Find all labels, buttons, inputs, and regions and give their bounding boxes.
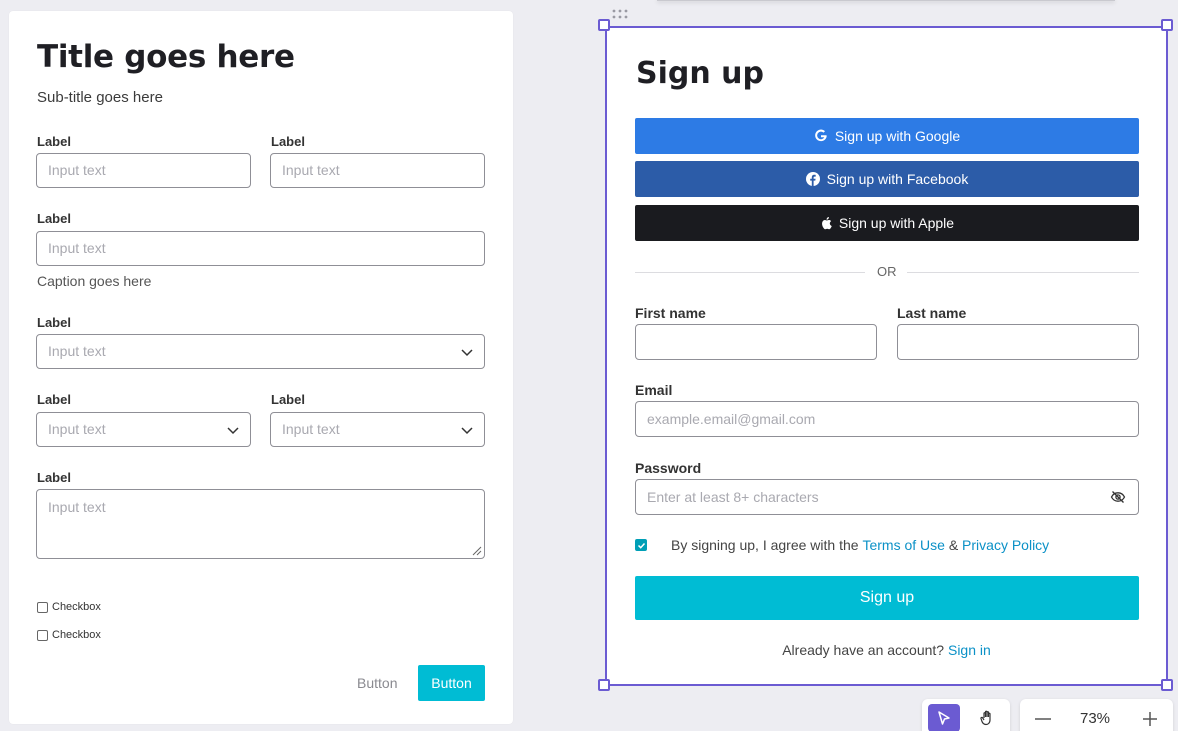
email-input[interactable]: example.email@gmail.com [635, 401, 1139, 437]
primary-button[interactable]: Button [418, 665, 485, 701]
form-subtitle: Sub-title goes here [37, 89, 163, 106]
form-title: Title goes here [37, 39, 295, 75]
first-name-label: First name [635, 305, 706, 321]
facebook-signup-button[interactable]: Sign up with Facebook [635, 161, 1139, 197]
secondary-button[interactable]: Button [357, 675, 397, 691]
checkbox-row[interactable]: Checkbox [37, 601, 101, 613]
field-label: Label [271, 134, 305, 149]
eye-off-icon[interactable] [1110, 490, 1126, 504]
facebook-signup-label: Sign up with Facebook [826, 171, 969, 187]
terms-prefix: By signing up, I agree with the [671, 537, 859, 553]
drag-grip-icon[interactable] [611, 8, 629, 22]
already-text: Already have an account? [782, 642, 945, 658]
password-label: Password [635, 460, 702, 476]
frame-edge [657, 0, 1115, 1]
email-label: Email [635, 382, 673, 398]
apple-signup-label: Sign up with Apple [838, 215, 955, 231]
check-icon [637, 542, 645, 549]
chevron-down-icon [461, 349, 473, 357]
field-caption: Caption goes here [37, 273, 152, 289]
field-label: Label [37, 134, 71, 149]
hand-tool-button[interactable] [972, 704, 1004, 731]
facebook-icon [805, 172, 820, 186]
text-input-wide[interactable]: Input text [36, 231, 485, 266]
signup-card[interactable]: Sign up Sign up with Google Sign up with… [605, 26, 1168, 686]
zoom-level: 73% [1080, 710, 1111, 727]
tool-switcher [922, 699, 1010, 731]
select-value: Input text [48, 343, 106, 359]
google-signup-button[interactable]: Sign up with Google [635, 118, 1139, 154]
divider-line [635, 272, 865, 273]
terms-agreement: By signing up, I agree with the Terms of… [635, 537, 1049, 553]
google-signup-label: Sign up with Google [834, 128, 961, 144]
sign-in-link[interactable]: Sign in [948, 642, 991, 658]
signin-prompt: Already have an account? Sign in [607, 642, 1166, 658]
select-input[interactable]: Input text [36, 334, 485, 369]
select-tool-button[interactable] [928, 704, 960, 731]
signup-title: Sign up [636, 56, 764, 91]
text-input[interactable]: Input text [270, 153, 485, 188]
zoom-controls: 73% [1020, 699, 1173, 731]
select-input[interactable]: Input text [36, 412, 251, 447]
last-name-label: Last name [897, 305, 967, 321]
zoom-in-icon[interactable] [1142, 711, 1158, 727]
last-name-input[interactable] [897, 324, 1139, 360]
divider-line [907, 272, 1139, 273]
resize-handle-bottom-right[interactable] [1161, 679, 1173, 691]
field-label: Label [271, 392, 305, 407]
resize-handle-icon[interactable] [470, 544, 482, 556]
field-label: Label [37, 392, 71, 407]
checkbox[interactable] [37, 629, 48, 641]
cursor-icon [938, 711, 950, 725]
checkbox[interactable] [37, 601, 48, 613]
google-icon [815, 129, 827, 142]
zoom-out-icon[interactable] [1034, 717, 1052, 721]
ampersand: & [948, 537, 959, 553]
checkbox-label: Checkbox [52, 629, 101, 641]
field-label: Label [37, 470, 71, 485]
apple-signup-button[interactable]: Sign up with Apple [635, 205, 1139, 241]
password-placeholder: Enter at least 8+ characters [647, 489, 819, 505]
resize-handle-top-left[interactable] [598, 19, 610, 31]
chevron-down-icon [461, 427, 473, 435]
textarea-placeholder: Input text [48, 499, 106, 515]
field-label: Label [37, 315, 71, 330]
first-name-input[interactable] [635, 324, 877, 360]
hand-icon [980, 710, 991, 726]
password-input[interactable]: Enter at least 8+ characters [635, 479, 1139, 515]
textarea[interactable]: Input text [36, 489, 485, 559]
checkbox-row[interactable]: Checkbox [37, 629, 101, 641]
resize-handle-bottom-left[interactable] [598, 679, 610, 691]
terms-checkbox[interactable] [635, 539, 647, 551]
chevron-down-icon [227, 427, 239, 435]
field-label: Label [37, 211, 71, 226]
privacy-policy-link[interactable]: Privacy Policy [962, 537, 1049, 553]
signup-submit-button[interactable]: Sign up [635, 576, 1139, 620]
form-card: Title goes here Sub-title goes here Labe… [9, 11, 513, 724]
resize-handle-top-right[interactable] [1161, 19, 1173, 31]
checkbox-label: Checkbox [52, 601, 101, 613]
terms-of-use-link[interactable]: Terms of Use [862, 537, 944, 553]
select-input[interactable]: Input text [270, 412, 485, 447]
text-input[interactable]: Input text [36, 153, 251, 188]
apple-icon [821, 217, 832, 230]
select-value: Input text [282, 421, 340, 437]
or-divider-text: OR [877, 264, 897, 279]
select-value: Input text [48, 421, 106, 437]
